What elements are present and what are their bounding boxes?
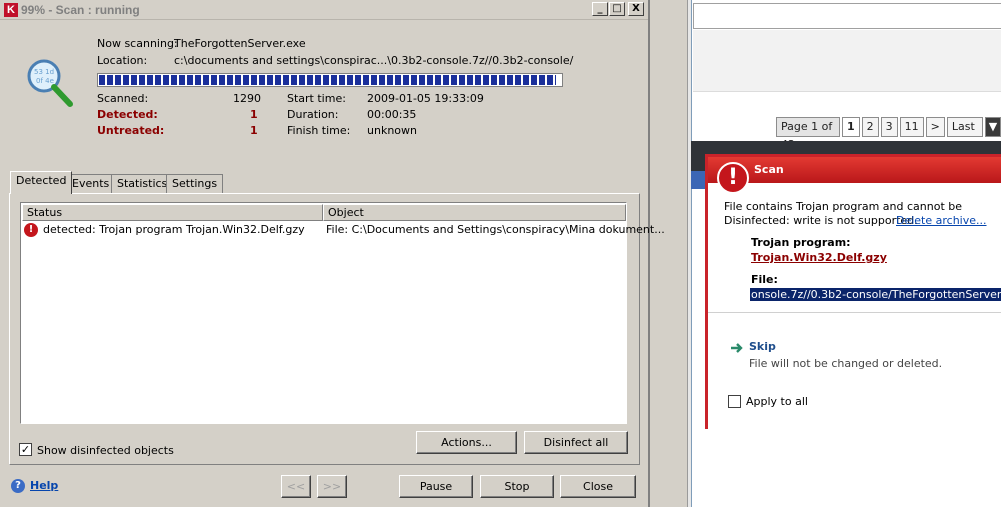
minimize-button[interactable]: _: [592, 2, 608, 16]
scan-progress-bar: [97, 73, 563, 87]
finish-time-value: unknown: [367, 124, 417, 137]
alert-message-line1: File contains Trojan program and cannot …: [724, 200, 963, 213]
scan-progress-fill: [99, 75, 557, 85]
background-input-box[interactable]: [693, 3, 1001, 29]
tab-events[interactable]: Events: [66, 174, 116, 193]
duration-value: 00:00:35: [367, 108, 417, 121]
background-window-strip: [650, 0, 688, 507]
svg-text:0f 4e: 0f 4e: [36, 77, 54, 85]
svg-text:53 1d: 53 1d: [34, 68, 54, 76]
table-row[interactable]: ! detected: Trojan program Trojan.Win32.…: [22, 221, 665, 239]
background-band: [693, 30, 1001, 92]
maximize-button[interactable]: □: [609, 2, 625, 16]
file-label: File:: [751, 273, 778, 286]
page-link-3[interactable]: 3: [880, 117, 898, 137]
tab-settings[interactable]: Settings: [166, 174, 224, 193]
help-link[interactable]: Help: [30, 479, 58, 492]
untreated-label: Untreated:: [97, 124, 165, 137]
scan-window: K 99% - Scan : running _ □ X 53 1d 0f 4e…: [0, 0, 665, 507]
warning-icon: !: [717, 162, 749, 194]
close-button[interactable]: Close: [560, 475, 636, 498]
page-summary: Page 1 of 42: [776, 117, 840, 151]
actions-button[interactable]: Actions...: [416, 431, 517, 454]
kaspersky-app-icon: K: [4, 3, 18, 17]
delete-archive-link[interactable]: Delete archive...: [896, 214, 987, 227]
tab-detected[interactable]: Detected: [10, 171, 73, 194]
alert-title: Scan: [754, 163, 784, 176]
start-time-label: Start time:: [287, 92, 346, 105]
disinfect-all-button[interactable]: Disinfect all: [524, 431, 628, 454]
title-bar[interactable]: K 99% - Scan : running _ □ X: [0, 0, 648, 20]
window-title: 99% - Scan : running: [21, 3, 140, 17]
background-blue-marker: [691, 171, 705, 189]
previous-button[interactable]: <<: [281, 475, 311, 498]
threat-label: Trojan program:: [751, 236, 851, 249]
file-path-value[interactable]: onsole.7z//0.3b2-console/TheForgottenSer…: [750, 288, 1001, 301]
row-status: detected: Trojan program Trojan.Win32.De…: [43, 223, 305, 236]
close-window-button[interactable]: X: [628, 2, 644, 16]
duration-label: Duration:: [287, 108, 339, 121]
detected-value: 1: [250, 108, 258, 121]
start-time-value: 2009-01-05 19:33:09: [367, 92, 484, 105]
skip-action[interactable]: Skip: [749, 340, 776, 353]
column-header-object[interactable]: Object: [323, 204, 626, 221]
page-link-1[interactable]: 1: [841, 117, 860, 137]
error-icon: !: [24, 223, 38, 237]
now-scanning-value: TheForgottenServer.exe: [174, 37, 306, 50]
finish-time-label: Finish time:: [287, 124, 351, 137]
dropdown-arrow-icon[interactable]: ▼: [984, 117, 1001, 137]
scanned-value: 1290: [233, 92, 261, 105]
alert-header[interactable]: Scan: [708, 157, 1001, 183]
column-header-status[interactable]: Status: [22, 204, 323, 221]
apply-to-all-label[interactable]: Apply to all: [746, 395, 808, 408]
apply-to-all-checkbox[interactable]: [728, 395, 741, 408]
untreated-value: 1: [250, 124, 258, 137]
page-next-link[interactable]: >: [925, 117, 945, 137]
row-object: File: C:\Documents and Settings\conspira…: [326, 223, 665, 236]
now-scanning-label: Now scanning:: [97, 37, 178, 50]
tab-statistics[interactable]: Statistics: [111, 174, 174, 193]
detected-list[interactable]: Status Object ! detected: Trojan program…: [20, 202, 665, 424]
location-value: c:\documents and settings\conspirac...\0…: [174, 54, 574, 67]
scanned-label: Scanned:: [97, 92, 149, 105]
show-disinfected-checkbox[interactable]: ✓: [19, 443, 32, 456]
threat-name-link[interactable]: Trojan.Win32.Delf.gzy: [751, 251, 887, 264]
stop-button[interactable]: Stop: [480, 475, 554, 498]
skip-description: File will not be changed or deleted.: [749, 357, 943, 370]
page-link-2[interactable]: 2: [861, 117, 879, 137]
alert-body: File contains Trojan program and cannot …: [708, 183, 1001, 313]
next-button[interactable]: >>: [317, 475, 347, 498]
page-last-link[interactable]: Last »: [946, 117, 983, 151]
arrow-right-icon: [731, 343, 743, 353]
page-link-11[interactable]: 11: [899, 117, 924, 137]
scan-alert-popup: Scan ! File contains Trojan program and …: [705, 154, 1001, 429]
alert-actions: Skip File will not be changed or deleted…: [708, 314, 1001, 429]
pagination: Page 1 of 42 1 2 3 11 > Last » ▼: [776, 117, 1001, 151]
scan-magnifier-icon: 53 1d 0f 4e: [27, 59, 73, 107]
help-icon[interactable]: ?: [11, 479, 25, 493]
alert-message-line2: Disinfected: write is not supported.: [724, 214, 918, 227]
detected-label: Detected:: [97, 108, 158, 121]
show-disinfected-label[interactable]: Show disinfected objects: [37, 444, 174, 457]
location-label: Location:: [97, 54, 148, 67]
pause-button[interactable]: Pause: [399, 475, 473, 498]
